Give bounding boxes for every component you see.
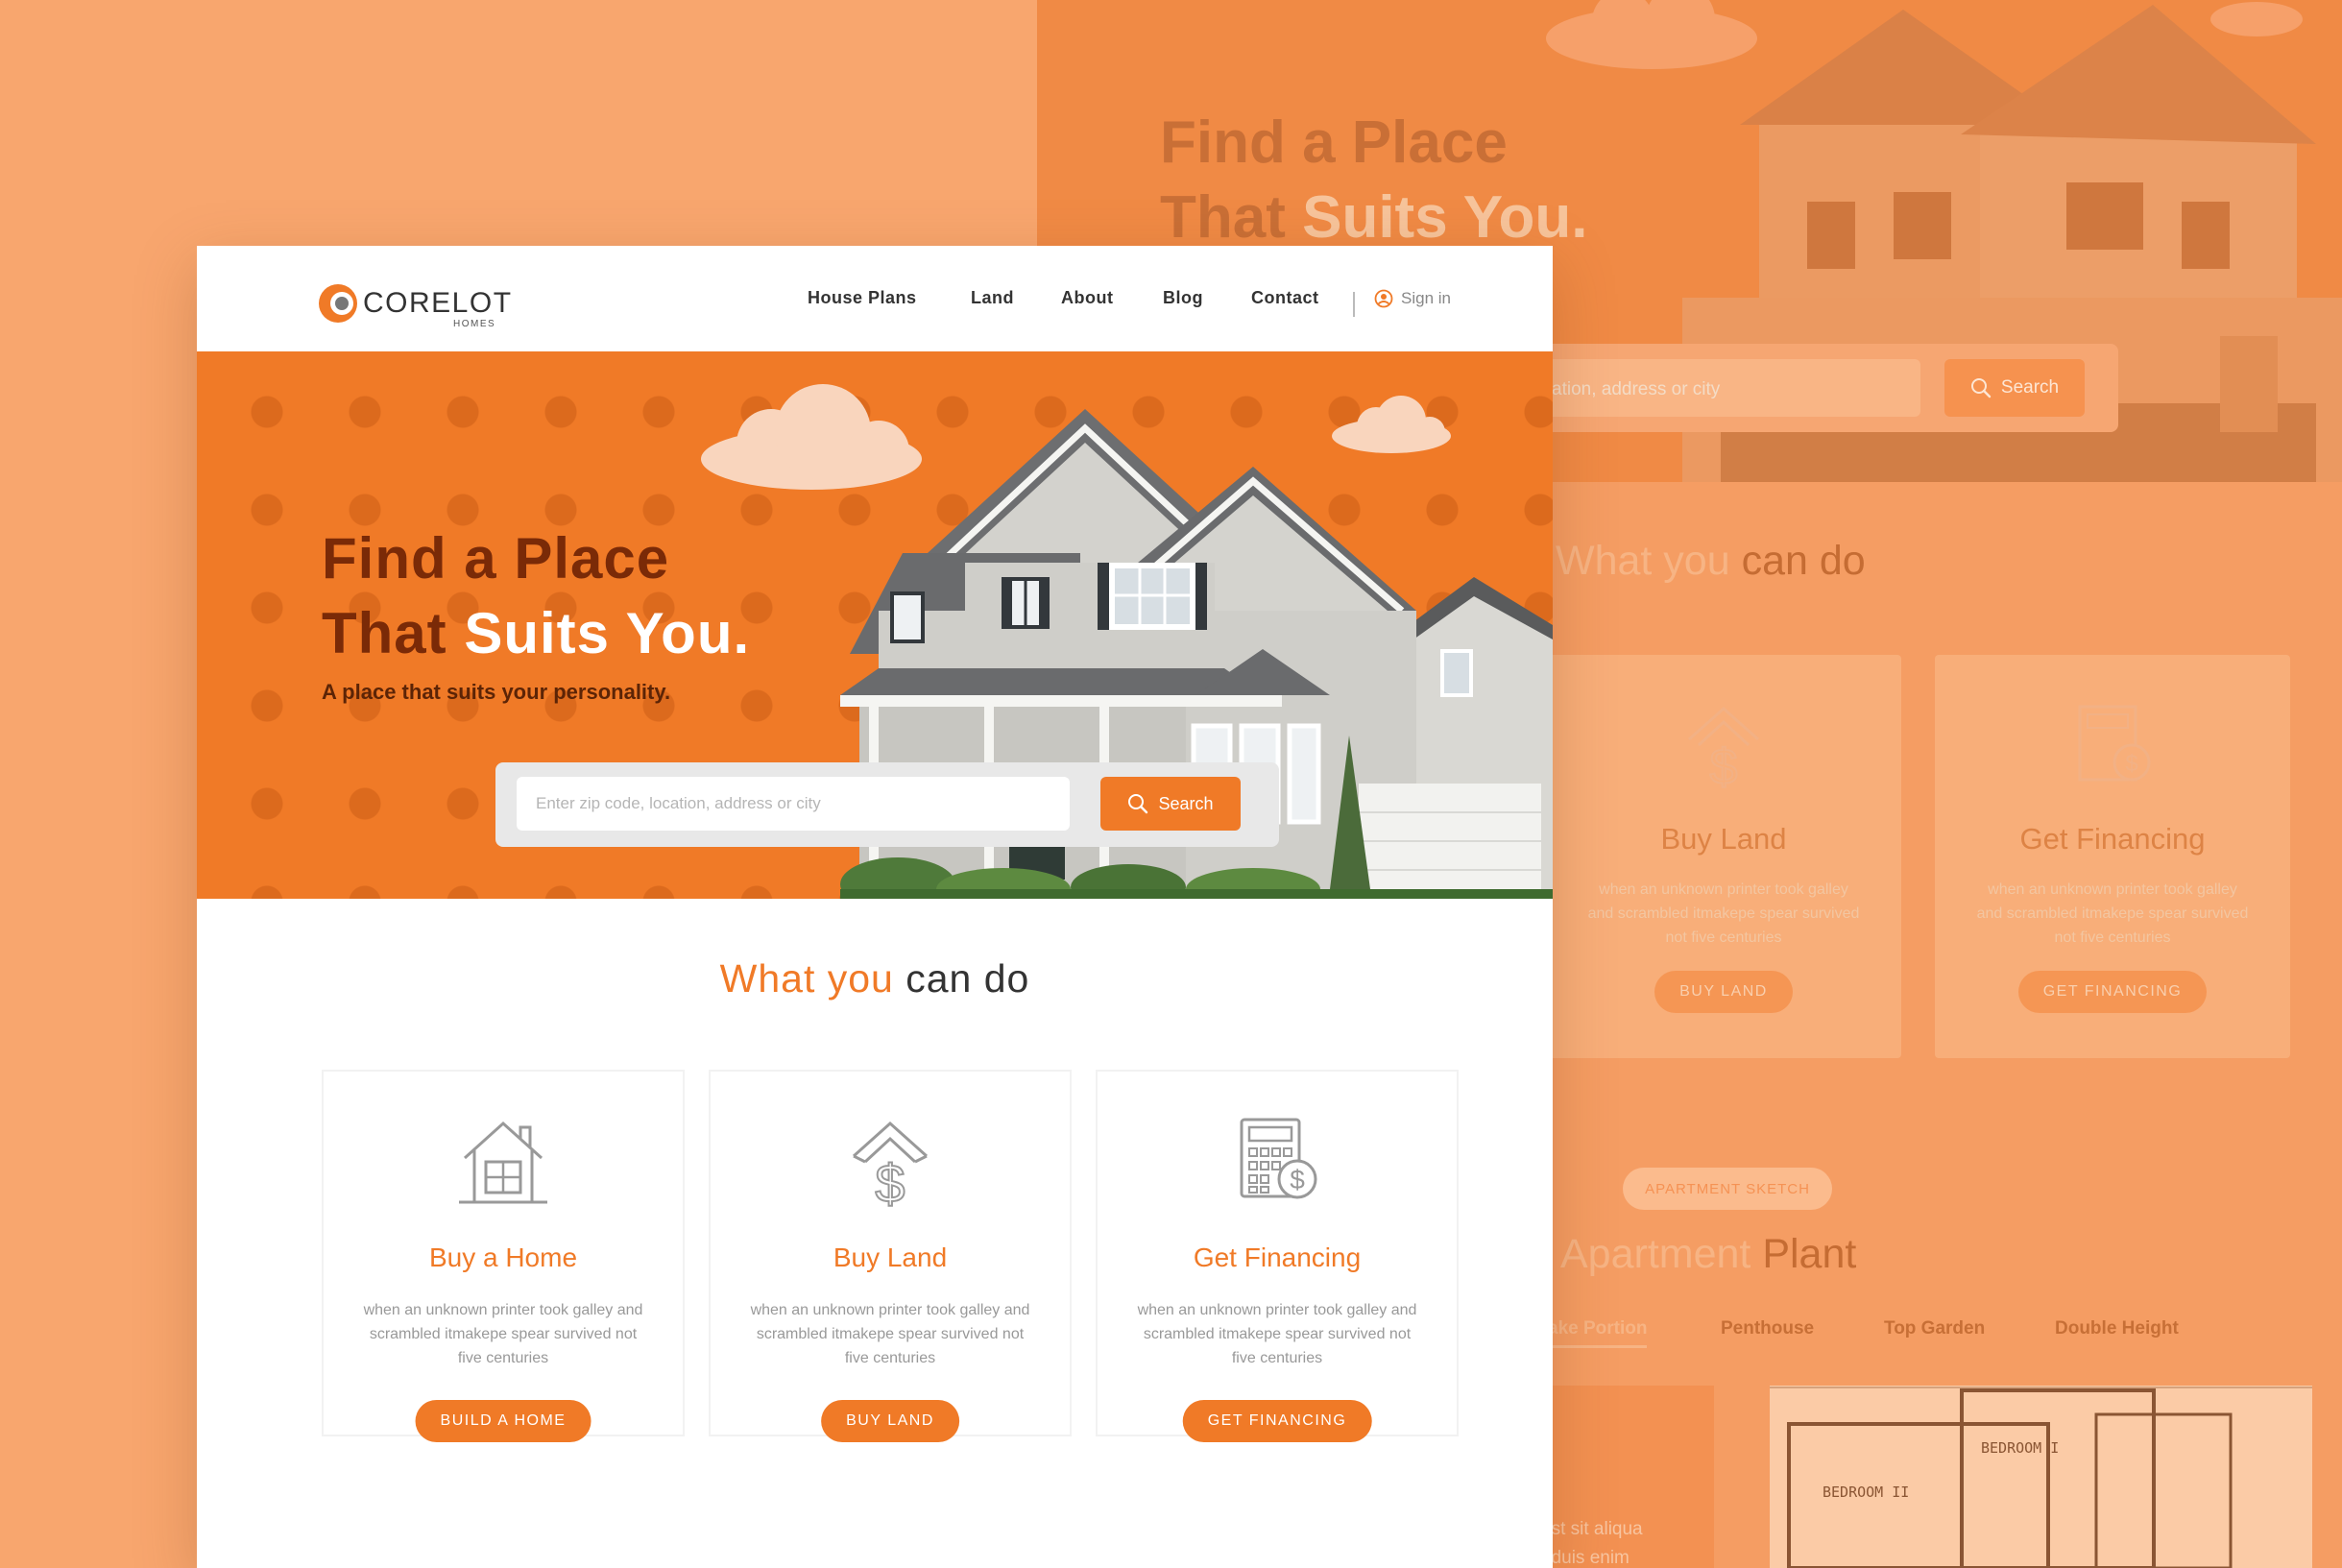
- svg-text:$: $: [1290, 1165, 1305, 1194]
- signin-link[interactable]: Sign in: [1374, 289, 1451, 308]
- card-title: Get Financing: [1193, 1242, 1362, 1272]
- land-dollar-icon: $: [1688, 706, 1759, 793]
- svg-text:BEDROOM I: BEDROOM I: [1981, 1439, 2059, 1457]
- background-section-title: What you can do: [1556, 538, 1866, 584]
- calculator-icon: $: [2078, 705, 2151, 782]
- house-icon: [459, 1121, 547, 1204]
- card-buy-home: Buy a Home when an unknown printer took …: [322, 1070, 685, 1442]
- background-tab: Penthouse: [1721, 1318, 1815, 1339]
- search-input[interactable]: [517, 777, 1070, 831]
- background-search-input: ation, address or city: [1536, 359, 1920, 417]
- search-button-label: Search: [1158, 793, 1214, 813]
- card-buy-land: $ Buy Land when an unknown printer took …: [709, 1070, 1072, 1442]
- background-tab: Double Height: [2055, 1318, 2179, 1339]
- background-floor-plan: BEDROOM II BEDROOM I: [1770, 1386, 2312, 1568]
- nav-about[interactable]: About: [1061, 288, 1113, 308]
- brand-sub: HOMES: [453, 319, 496, 329]
- land-dollar-icon: $: [852, 1121, 929, 1208]
- search-icon: [1970, 378, 1992, 398]
- search-button[interactable]: Search: [1100, 777, 1241, 831]
- search-bar: Search: [495, 762, 1279, 847]
- background-cloud: [1546, 0, 1757, 69]
- user-icon: [1374, 289, 1393, 308]
- hero-subtitle: A place that suits your personality.: [322, 680, 671, 704]
- logo[interactable]: CORELOT HOMES: [317, 282, 511, 330]
- search-icon: [1128, 794, 1148, 814]
- top-navbar: CORELOT HOMES House Plans Land About Blo…: [197, 246, 1553, 351]
- nav-contact[interactable]: Contact: [1251, 288, 1319, 308]
- card-description: when an unknown printer took galley and …: [1137, 1302, 1417, 1366]
- background-apartment-pill: APARTMENT SKETCH: [1623, 1168, 1832, 1210]
- section-title: What you can do: [719, 956, 1030, 1001]
- background-hero-title: Find a Place That Suits You.: [1160, 109, 1588, 251]
- svg-text:$: $: [2125, 751, 2137, 777]
- nav-divider: [1353, 292, 1355, 317]
- signin-label: Sign in: [1401, 289, 1451, 307]
- buy-land-button[interactable]: BUY LAND: [821, 1400, 959, 1442]
- homepage-mockup: CORELOT HOMES House Plans Land About Blo…: [197, 246, 1553, 1568]
- svg-text:$: $: [1710, 739, 1738, 793]
- background-cloud: [2210, 2, 2303, 36]
- background-card-buy-land: $ Buy Land when an unknown printer took …: [1546, 655, 1901, 1058]
- nav-house-plans[interactable]: House Plans: [808, 288, 917, 308]
- background-apartment-title: Apartment Plant: [1560, 1231, 1857, 1277]
- card-description: when an unknown printer took galley and …: [750, 1302, 1030, 1366]
- logo-mark-icon: [319, 284, 357, 323]
- background-text-fragment: est sit aliqua t duis enim: [1541, 1519, 1643, 1568]
- background-tab: Top Garden: [1884, 1318, 1986, 1339]
- build-a-home-button[interactable]: BUILD A HOME: [415, 1400, 592, 1442]
- svg-text:BEDROOM II: BEDROOM II: [1823, 1484, 1909, 1501]
- calculator-icon: $: [1240, 1118, 1317, 1199]
- card-description: when an unknown printer took galley and …: [363, 1302, 643, 1366]
- card-title: Buy a Home: [428, 1242, 578, 1272]
- get-financing-button[interactable]: GET FINANCING: [1182, 1400, 1372, 1442]
- svg-text:$: $: [875, 1153, 905, 1208]
- background-card-get-financing: $ Get Financing when an unknown printer …: [1935, 655, 2290, 1058]
- nav-blog[interactable]: Blog: [1163, 288, 1203, 308]
- card-title: Buy Land: [833, 1242, 948, 1272]
- hero-title: Find a Place That Suits You.: [322, 526, 751, 665]
- card-get-financing: $ Get Financing when an unknown printer …: [1096, 1070, 1459, 1442]
- background-tab-active: ake Portion: [1548, 1318, 1648, 1348]
- hero-section: Find a Place That Suits You. A place tha…: [197, 351, 1553, 899]
- brand-name: CORELOT: [363, 287, 513, 319]
- nav-land[interactable]: Land: [971, 288, 1014, 308]
- background-search-button: Search: [1944, 359, 2085, 417]
